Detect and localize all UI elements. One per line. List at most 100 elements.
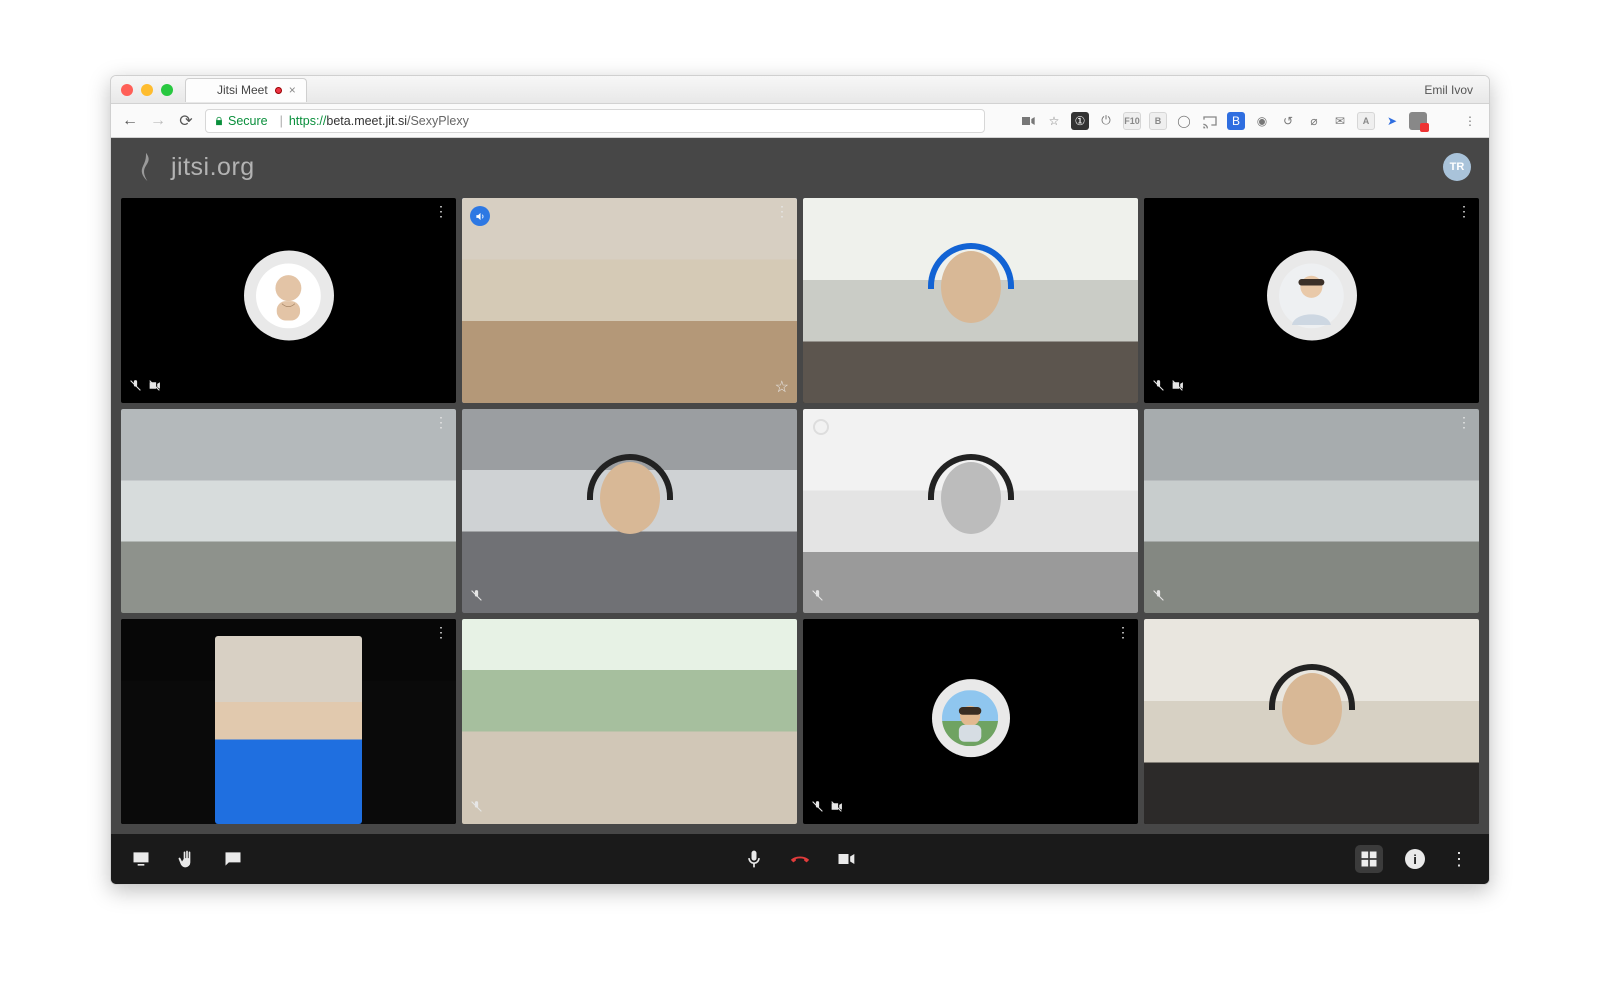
browser-tab[interactable]: Jitsi Meet × <box>185 78 307 102</box>
recording-indicator-icon <box>275 87 282 94</box>
nav-back-button[interactable]: ← <box>121 112 139 130</box>
video-feed <box>462 619 797 824</box>
local-user-avatar[interactable]: TR <box>1443 153 1471 181</box>
nav-reload-button[interactable]: ⟳ <box>177 111 195 131</box>
mic-muted-icon <box>811 589 824 607</box>
screen-share-button[interactable] <box>129 847 153 871</box>
mute-indicators <box>1152 589 1165 607</box>
participant-tile[interactable]: ⋮ <box>1144 409 1479 614</box>
window-maximize-button[interactable] <box>161 84 173 96</box>
toolbox: i ⋮ <box>111 834 1489 884</box>
participant-tile[interactable]: ⋮ <box>121 619 456 824</box>
app-header: jitsi.org TR <box>111 138 1489 196</box>
ext-icon-circle[interactable]: ◯ <box>1175 112 1193 130</box>
mute-indicators <box>1152 379 1184 397</box>
participant-tile[interactable]: ⋮☆ <box>462 198 797 403</box>
microphone-toggle-button[interactable] <box>742 847 766 871</box>
ext-icon-2[interactable]: ⏻ <box>1097 112 1115 130</box>
url-bar: ← → ⟳ Secure | https://beta.meet.jit.si/… <box>111 104 1489 138</box>
camera-toggle-button[interactable] <box>834 847 858 871</box>
os-profile-name: Emil Ivov <box>1424 83 1479 97</box>
tab-favicon <box>196 83 210 97</box>
participant-grid: ⋮⋮☆⋮⋮⋮⋮⋮ <box>121 198 1479 824</box>
secure-badge: Secure <box>214 114 268 128</box>
mic-muted-icon <box>1152 379 1165 397</box>
ext-icon-blue-b[interactable]: B <box>1227 112 1245 130</box>
video-feed <box>462 409 797 614</box>
bookmark-star-icon[interactable]: ☆ <box>1045 112 1063 130</box>
mic-muted-icon <box>470 589 483 607</box>
cam-muted-icon <box>830 800 843 818</box>
ext-icon-f10[interactable]: F10 <box>1123 112 1141 130</box>
ext-icon-target[interactable]: ◉ <box>1253 112 1271 130</box>
participant-tile[interactable] <box>803 198 1138 403</box>
browser-menu-button[interactable]: ⋮ <box>1461 112 1479 130</box>
ext-icon-badged[interactable] <box>1409 112 1427 130</box>
tile-menu-button[interactable]: ⋮ <box>434 625 448 639</box>
tile-menu-button[interactable]: ⋮ <box>434 204 448 218</box>
ext-icon-1[interactable]: ① <box>1071 112 1089 130</box>
browser-window: Jitsi Meet × Emil Ivov ← → ⟳ Secure | ht… <box>110 75 1490 885</box>
dominant-speaker-ring-icon <box>813 419 829 435</box>
jitsi-logo-icon <box>129 150 163 184</box>
toolbox-left <box>129 847 245 871</box>
tab-close-button[interactable]: × <box>289 83 296 97</box>
mic-muted-icon <box>1152 589 1165 607</box>
ext-icon-pointer[interactable]: ➤ <box>1383 112 1401 130</box>
hangup-button[interactable] <box>788 847 812 871</box>
participant-avatar <box>244 251 334 341</box>
mic-muted-icon <box>129 379 142 397</box>
tile-menu-button[interactable]: ⋮ <box>1457 204 1471 218</box>
ext-icon-a[interactable]: A <box>1357 112 1375 130</box>
active-speaker-icon <box>470 206 490 226</box>
video-feed <box>462 198 797 403</box>
url-actions: ☆ ① ⏻ F10 B ◯ B ◉ ↺ ⌀ ✉ A ➤ ⋮ <box>1019 112 1479 130</box>
mute-indicators <box>811 800 843 818</box>
participant-tile[interactable]: ⋮ <box>803 619 1138 824</box>
participant-tile[interactable]: ⋮ <box>121 198 456 403</box>
ext-icon-b[interactable]: B <box>1149 112 1167 130</box>
participant-tile[interactable] <box>462 409 797 614</box>
ext-icon-chat[interactable]: ⌀ <box>1305 112 1323 130</box>
titlebar: Jitsi Meet × Emil Ivov <box>111 76 1489 104</box>
video-feed <box>803 409 1138 614</box>
more-actions-button[interactable]: ⋮ <box>1447 847 1471 871</box>
jitsi-app: jitsi.org TR ⋮⋮☆⋮⋮⋮⋮⋮ i ⋮ <box>111 138 1489 884</box>
info-button[interactable]: i <box>1405 849 1425 869</box>
mute-indicators <box>129 379 161 397</box>
window-close-button[interactable] <box>121 84 133 96</box>
ext-icon-refresh[interactable]: ↺ <box>1279 112 1297 130</box>
participant-tile[interactable] <box>803 409 1138 614</box>
ext-icon-jitsi[interactable] <box>1435 112 1453 130</box>
participant-tile[interactable]: ⋮ <box>1144 198 1479 403</box>
toolbox-right: i ⋮ <box>1355 845 1471 873</box>
tile-menu-button[interactable]: ⋮ <box>1457 415 1471 429</box>
video-feed <box>1144 619 1479 824</box>
tile-menu-button[interactable]: ⋮ <box>434 415 448 429</box>
cast-icon[interactable] <box>1201 112 1219 130</box>
chat-button[interactable] <box>221 847 245 871</box>
video-feed <box>1144 409 1479 614</box>
participant-tile[interactable] <box>462 619 797 824</box>
cam-muted-icon <box>148 379 161 397</box>
mute-indicators <box>470 589 483 607</box>
address-field[interactable]: Secure | https://beta.meet.jit.si/SexyPl… <box>205 109 985 133</box>
video-feed <box>121 409 456 614</box>
participant-avatar <box>932 679 1010 757</box>
url-protocol: https:// <box>289 114 327 128</box>
window-minimize-button[interactable] <box>141 84 153 96</box>
mic-muted-icon <box>811 800 824 818</box>
ext-icon-mail[interactable]: ✉ <box>1331 112 1349 130</box>
participant-tile[interactable] <box>1144 619 1479 824</box>
tile-view-button[interactable] <box>1355 845 1383 873</box>
camera-permission-icon[interactable] <box>1019 112 1037 130</box>
participant-tile[interactable]: ⋮ <box>121 409 456 614</box>
cam-muted-icon <box>1171 379 1184 397</box>
tile-menu-button[interactable]: ⋮ <box>1116 625 1130 639</box>
pin-star-icon[interactable]: ☆ <box>775 377 789 397</box>
tile-menu-button[interactable]: ⋮ <box>775 204 789 218</box>
url-path: /SexyPlexy <box>407 114 469 128</box>
url-host: beta.meet.jit.si <box>326 114 407 128</box>
raise-hand-button[interactable] <box>175 847 199 871</box>
nav-forward-button[interactable]: → <box>149 112 167 130</box>
